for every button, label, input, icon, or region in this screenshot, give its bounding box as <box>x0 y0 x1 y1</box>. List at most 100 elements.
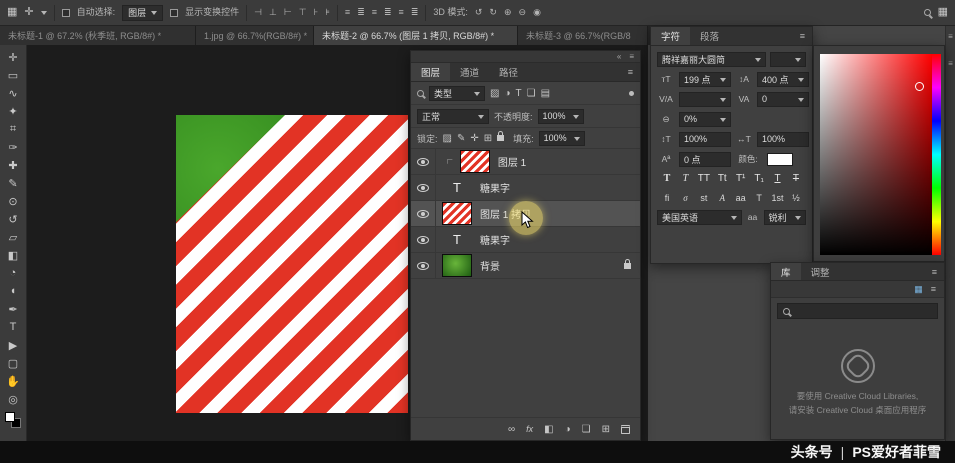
faux-bold-button[interactable]: T <box>659 173 675 184</box>
gradient-tool[interactable]: ◧ <box>0 246 26 264</box>
all-caps-button[interactable]: TT <box>696 173 712 184</box>
doc-tab-2[interactable]: 1.jpg @ 66.7%(RGB/8#) * <box>196 26 314 45</box>
panel-menu-icon[interactable]: ≡ <box>925 263 944 280</box>
lock-position-icon[interactable]: ✛ <box>470 133 478 144</box>
filter-adjustment-layers-icon[interactable]: ◑ <box>504 88 510 99</box>
tab-character[interactable]: 字符 <box>651 27 691 45</box>
visibility-toggle[interactable] <box>411 149 436 174</box>
dodge-tool[interactable]: ◖ <box>0 282 26 300</box>
superscript-button[interactable]: T¹ <box>733 173 749 184</box>
align-bottom-icon[interactable]: ⊧ <box>325 8 330 17</box>
visibility-toggle[interactable] <box>411 201 436 226</box>
tab-libraries[interactable]: 库 <box>771 263 801 280</box>
history-brush-tool[interactable]: ↺ <box>0 210 26 228</box>
align-middle-icon[interactable]: ⊦ <box>314 8 319 17</box>
panel-menu-icon[interactable]: ≡ <box>948 32 953 41</box>
slide-3d-icon[interactable]: ⊖ <box>519 8 527 17</box>
document-artwork[interactable] <box>176 115 408 413</box>
distribute-right-icon[interactable]: ≣ <box>411 8 419 17</box>
blur-tool[interactable]: ◔ <box>0 264 26 282</box>
distribute-bottom-icon[interactable]: ≡ <box>372 8 377 17</box>
filter-smart-objects-icon[interactable]: ▤ <box>541 88 550 99</box>
eraser-tool[interactable]: ▱ <box>0 228 26 246</box>
foreground-color-swatch[interactable] <box>5 412 15 422</box>
stylistic-alternates-button[interactable]: aa <box>733 193 749 203</box>
panel-menu-icon[interactable]: ≡ <box>948 59 953 68</box>
quick-select-tool[interactable]: ✦ <box>0 102 26 120</box>
ordinals-button[interactable]: 1st <box>770 193 786 203</box>
distribute-center-icon[interactable]: ≡ <box>399 8 404 17</box>
distribute-left-icon[interactable]: ≣ <box>384 8 392 17</box>
type-tool[interactable]: T <box>0 318 26 336</box>
distribute-top-icon[interactable]: ≡ <box>345 8 350 17</box>
baseline-shift-field[interactable]: 0 点 <box>679 151 731 167</box>
layer-thumbnail[interactable] <box>442 254 472 277</box>
font-style-select[interactable] <box>770 51 806 67</box>
tab-adjustments[interactable]: 调整 <box>801 263 840 280</box>
tab-channels[interactable]: 通道 <box>450 63 489 81</box>
tab-paragraph[interactable]: 段落 <box>690 27 729 45</box>
color-marker-icon[interactable] <box>915 82 924 91</box>
text-layer-icon[interactable]: T <box>442 228 472 251</box>
filter-type-dropdown[interactable]: 类型 <box>429 85 485 101</box>
list-view-icon[interactable]: ≡ <box>931 284 936 294</box>
tracking-field[interactable]: 0 <box>757 91 809 107</box>
font-size-field[interactable]: 199 点 <box>679 71 731 87</box>
saturation-brightness-field[interactable] <box>820 54 932 255</box>
layer-thumbnail[interactable] <box>459 150 490 173</box>
doc-tab-3-active[interactable]: 未标题-2 @ 66.7% (图层 1 拷贝, RGB/8#) * <box>314 26 518 45</box>
visibility-toggle[interactable] <box>411 253 436 278</box>
kerning-field[interactable] <box>679 91 731 107</box>
distribute-middle-icon[interactable]: ≣ <box>357 8 365 17</box>
search-icon[interactable] <box>923 9 931 16</box>
auto-select-checkbox[interactable] <box>61 8 70 17</box>
titling-alternates-button[interactable]: T <box>751 193 767 203</box>
path-select-tool[interactable]: ▶ <box>0 336 26 354</box>
opacity-dropdown[interactable]: 100% <box>537 108 584 124</box>
align-right-icon[interactable]: ⊢ <box>284 8 292 17</box>
swash-button[interactable]: A <box>714 193 730 203</box>
filter-toggle-icon[interactable] <box>629 90 634 96</box>
lock-transparency-icon[interactable]: ▨ <box>443 133 452 144</box>
link-layers-icon[interactable]: ∞ <box>508 424 515 435</box>
color-swatches[interactable] <box>5 412 21 428</box>
layer-style-icon[interactable]: fx <box>526 424 533 434</box>
clone-stamp-tool[interactable]: ⊙ <box>0 192 26 210</box>
adjustment-layer-icon[interactable]: ◑ <box>565 424 571 435</box>
leading-field[interactable]: 400 点 <box>757 71 809 87</box>
filter-shape-layers-icon[interactable]: ❏ <box>527 88 536 99</box>
library-search-input[interactable] <box>777 303 938 319</box>
ligatures-button[interactable]: fi <box>659 193 675 203</box>
anti-alias-select[interactable]: 锐利 <box>763 209 806 225</box>
layer-thumbnail[interactable] <box>442 202 472 225</box>
crop-tool[interactable]: ⌗ <box>0 120 26 138</box>
layer-row-background[interactable]: 背景 <box>411 253 640 279</box>
panel-menu-icon[interactable]: ≡ <box>629 52 634 61</box>
text-color-swatch[interactable] <box>767 152 793 166</box>
delete-layer-icon[interactable] <box>621 424 630 434</box>
move-tool[interactable]: ✛ <box>0 48 26 66</box>
layer-row[interactable]: ∟ 图层 1 <box>411 149 640 175</box>
new-group-icon[interactable]: ❏ <box>582 424 591 435</box>
workspace-icon[interactable]: ▦ <box>938 7 948 18</box>
align-center-icon[interactable]: ⊥ <box>269 8 277 17</box>
panel-menu-icon[interactable]: ≡ <box>793 27 812 45</box>
pen-tool[interactable]: ✒ <box>0 300 26 318</box>
marquee-tool[interactable]: ▭ <box>0 66 26 84</box>
tab-paths[interactable]: 路径 <box>489 63 528 81</box>
new-layer-icon[interactable]: ⊞ <box>602 424 610 435</box>
shape-tool[interactable]: ▢ <box>0 354 26 372</box>
scale-3d-icon[interactable]: ◉ <box>533 8 541 17</box>
zoom-tool[interactable]: ◎ <box>0 390 26 408</box>
align-left-icon[interactable]: ⊣ <box>254 8 262 17</box>
collapse-panel-icon[interactable]: « <box>617 52 621 61</box>
visibility-toggle[interactable] <box>411 227 436 252</box>
move-tool-icon[interactable]: ✛ <box>24 7 33 18</box>
horizontal-scale-field[interactable]: 100% <box>757 131 809 147</box>
visibility-toggle[interactable] <box>411 175 436 200</box>
lock-artboard-icon[interactable]: ⊞ <box>484 133 492 144</box>
brush-tool[interactable]: ✎ <box>0 174 26 192</box>
filter-pixel-layers-icon[interactable]: ▨ <box>490 88 499 99</box>
underline-button[interactable]: T <box>770 173 786 184</box>
eyedropper-tool[interactable]: ✑ <box>0 138 26 156</box>
